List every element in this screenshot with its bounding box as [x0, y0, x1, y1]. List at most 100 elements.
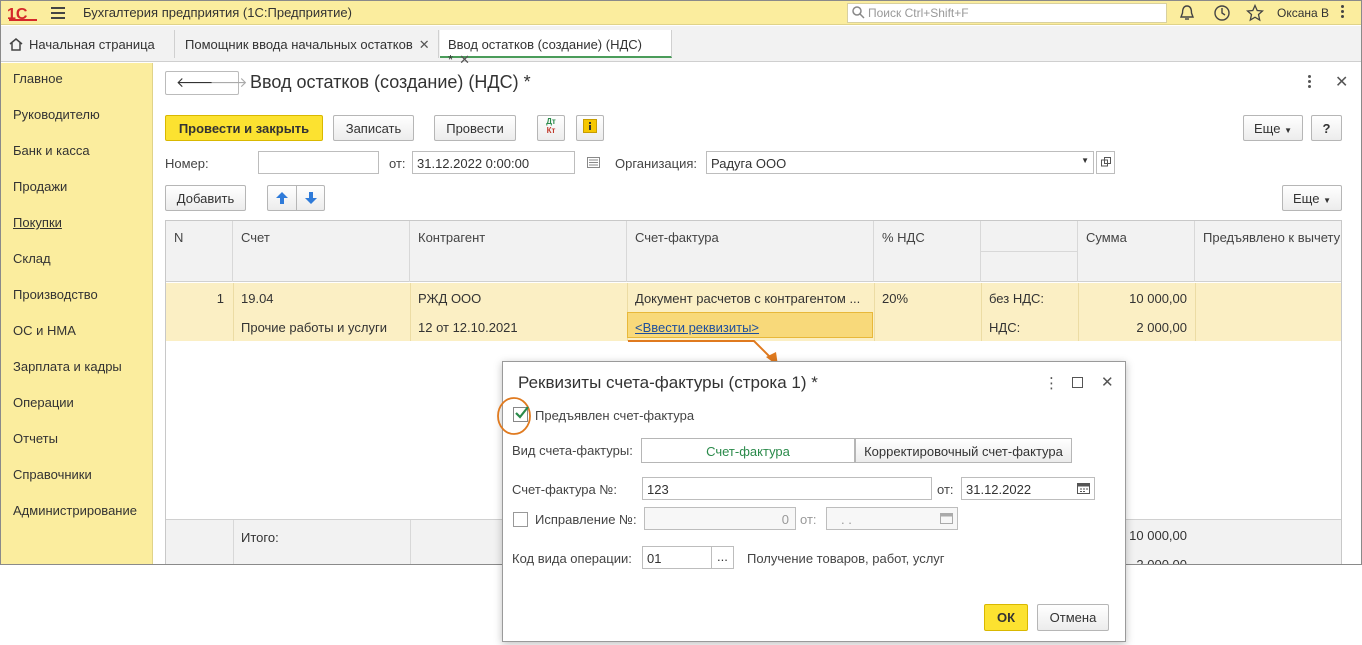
bell-icon[interactable]	[1178, 4, 1196, 22]
history-icon[interactable]	[1213, 4, 1231, 22]
more-table-button[interactable]: Еще ▼	[1282, 185, 1342, 211]
sidebar-item-production[interactable]: Производство	[13, 287, 98, 302]
row-sum-no-vat: 10 000,00	[1129, 291, 1187, 306]
search-input[interactable]: Поиск Ctrl+Shift+F	[847, 3, 1167, 23]
presented-checkbox[interactable]	[513, 406, 529, 422]
divider	[233, 520, 234, 564]
sidebar-item-warehouse[interactable]: Склад	[13, 251, 51, 266]
open-organization-button[interactable]	[1096, 151, 1115, 174]
tab-label: Начальная страница	[29, 37, 155, 52]
sidebar-item-payroll[interactable]: Зарплата и кадры	[13, 359, 122, 374]
info-button[interactable]	[576, 115, 604, 141]
invoice-date-label: от:	[937, 482, 954, 497]
close-icon[interactable]: ✕	[1101, 373, 1114, 391]
back-arrow-icon[interactable]: 🡐	[176, 74, 214, 91]
row-counterparty: РЖД ООО	[418, 291, 482, 306]
tab-label: Помощник ввода начальных остатков	[185, 37, 413, 52]
tab-initial-balances-assistant[interactable]: Помощник ввода начальных остатков ✕	[177, 30, 439, 58]
col-vat-rate[interactable]: % НДС	[874, 221, 981, 282]
dt-label: Дт	[546, 117, 556, 126]
cancel-button[interactable]: Отмена	[1037, 604, 1109, 631]
chevron-down-icon[interactable]: ▼	[1081, 156, 1089, 165]
divider	[296, 186, 297, 210]
nav-buttons: 🡐 🡒	[165, 71, 248, 95]
star-icon[interactable]	[1246, 4, 1264, 22]
close-icon[interactable]: ✕	[1335, 72, 1348, 92]
organization-field[interactable]: Радуга ООО ▼	[706, 151, 1094, 174]
sidebar-item-reports[interactable]: Отчеты	[13, 431, 58, 446]
calendar-icon[interactable]	[587, 157, 600, 168]
arrow-down-icon[interactable]	[304, 191, 318, 205]
post-and-close-button[interactable]: Провести и закрыть	[165, 115, 323, 141]
enter-details-link[interactable]: <Ввести реквизиты>	[635, 320, 759, 335]
divider	[410, 520, 411, 564]
correction-label: Исправление №:	[535, 512, 637, 527]
sidebar-item-operations[interactable]: Операции	[13, 395, 74, 410]
correction-date-field[interactable]: . .	[826, 507, 958, 530]
operation-code-field[interactable]: 01	[642, 546, 712, 569]
search-icon	[852, 6, 865, 19]
col-account[interactable]: Счет	[233, 221, 410, 282]
help-button[interactable]: ?	[1311, 115, 1342, 141]
number-field[interactable]	[258, 151, 379, 174]
add-button[interactable]: Добавить	[165, 185, 246, 211]
sidebar-item-fixed-assets[interactable]: ОС и НМА	[13, 323, 76, 338]
more-label: Еще	[1254, 121, 1281, 136]
page-title: Ввод остатков (создание) (НДС) *	[250, 72, 531, 92]
presented-label: Предъявлен счет-фактура	[535, 408, 695, 423]
invoice-kind-option-invoice[interactable]: Счет-фактура	[641, 438, 855, 463]
row-label-vat: НДС:	[989, 320, 1021, 335]
user-name[interactable]: Оксана В	[1277, 6, 1329, 20]
invoice-details-dialog: Реквизиты счета-фактуры (строка 1) * ⋮ ✕…	[497, 361, 1126, 642]
post-button[interactable]: Провести	[434, 115, 516, 141]
date-field[interactable]: 31.12.2022 0:00:00	[412, 151, 575, 174]
maximize-icon[interactable]	[1072, 377, 1083, 388]
sidebar-item-purchases[interactable]: Покупки	[13, 215, 62, 230]
invoice-date-value: 31.12.2022	[966, 482, 1032, 497]
forward-arrow-icon[interactable]: 🡒	[210, 74, 248, 91]
col-blank-sub	[981, 251, 1078, 282]
sidebar-item-main[interactable]: Главное	[13, 71, 63, 86]
sidebar-item-administration[interactable]: Администрирование	[13, 503, 137, 518]
col-blank	[981, 221, 1078, 251]
sidebar-item-directories[interactable]: Справочники	[13, 467, 92, 482]
kebab-menu-icon[interactable]	[1341, 5, 1344, 20]
dt-kt-button[interactable]: Дт Кт	[537, 115, 565, 141]
correction-checkbox[interactable]	[513, 512, 528, 527]
sidebar-item-sales[interactable]: Продажи	[13, 179, 67, 194]
tab-home[interactable]: Начальная страница	[1, 30, 175, 58]
sidebar-item-management[interactable]: Руководителю	[13, 107, 100, 122]
kebab-menu-icon[interactable]	[1308, 75, 1311, 90]
kt-label: Кт	[546, 126, 556, 135]
info-icon	[583, 119, 597, 133]
operation-code-description: Получение товаров, работ, услуг	[747, 551, 945, 566]
col-n[interactable]: N	[166, 221, 233, 282]
invoice-date-field[interactable]: 31.12.2022	[961, 477, 1095, 500]
col-invoice[interactable]: Счет-фактура	[627, 221, 874, 282]
menu-icon[interactable]	[51, 7, 65, 19]
tab-vat-balances[interactable]: Ввод остатков (создание) (НДС) * ✕	[440, 30, 672, 67]
more-button[interactable]: Еще ▼	[1243, 115, 1303, 141]
col-sum[interactable]: Сумма	[1078, 221, 1195, 282]
ok-button[interactable]: ОК	[984, 604, 1028, 631]
divider	[981, 283, 982, 341]
col-counterparty[interactable]: Контрагент	[410, 221, 627, 282]
kebab-menu-icon[interactable]: ⋮	[1044, 374, 1059, 392]
divider	[410, 283, 411, 341]
invoice-number-field[interactable]: 123	[642, 477, 932, 500]
calendar-icon[interactable]	[940, 512, 953, 524]
arrow-up-icon[interactable]	[275, 191, 289, 205]
invoice-number-label: Счет-фактура №:	[512, 482, 617, 497]
save-button[interactable]: Записать	[333, 115, 414, 141]
close-icon[interactable]: ✕	[419, 37, 430, 52]
open-icon	[1101, 157, 1111, 167]
operation-code-select-button[interactable]: ...	[711, 546, 734, 569]
correction-number-field[interactable]: 0	[644, 507, 796, 530]
move-buttons	[267, 185, 325, 211]
calendar-icon[interactable]	[1077, 482, 1090, 494]
invoice-kind-option-corrective[interactable]: Корректировочный счет-фактура	[855, 438, 1072, 463]
sidebar-item-bank-cash[interactable]: Банк и касса	[13, 143, 90, 158]
row-sum-vat: 2 000,00	[1136, 320, 1187, 335]
search-placeholder: Поиск Ctrl+Shift+F	[868, 6, 969, 20]
col-deducted[interactable]: Предъявлено к вычету	[1195, 221, 1341, 282]
